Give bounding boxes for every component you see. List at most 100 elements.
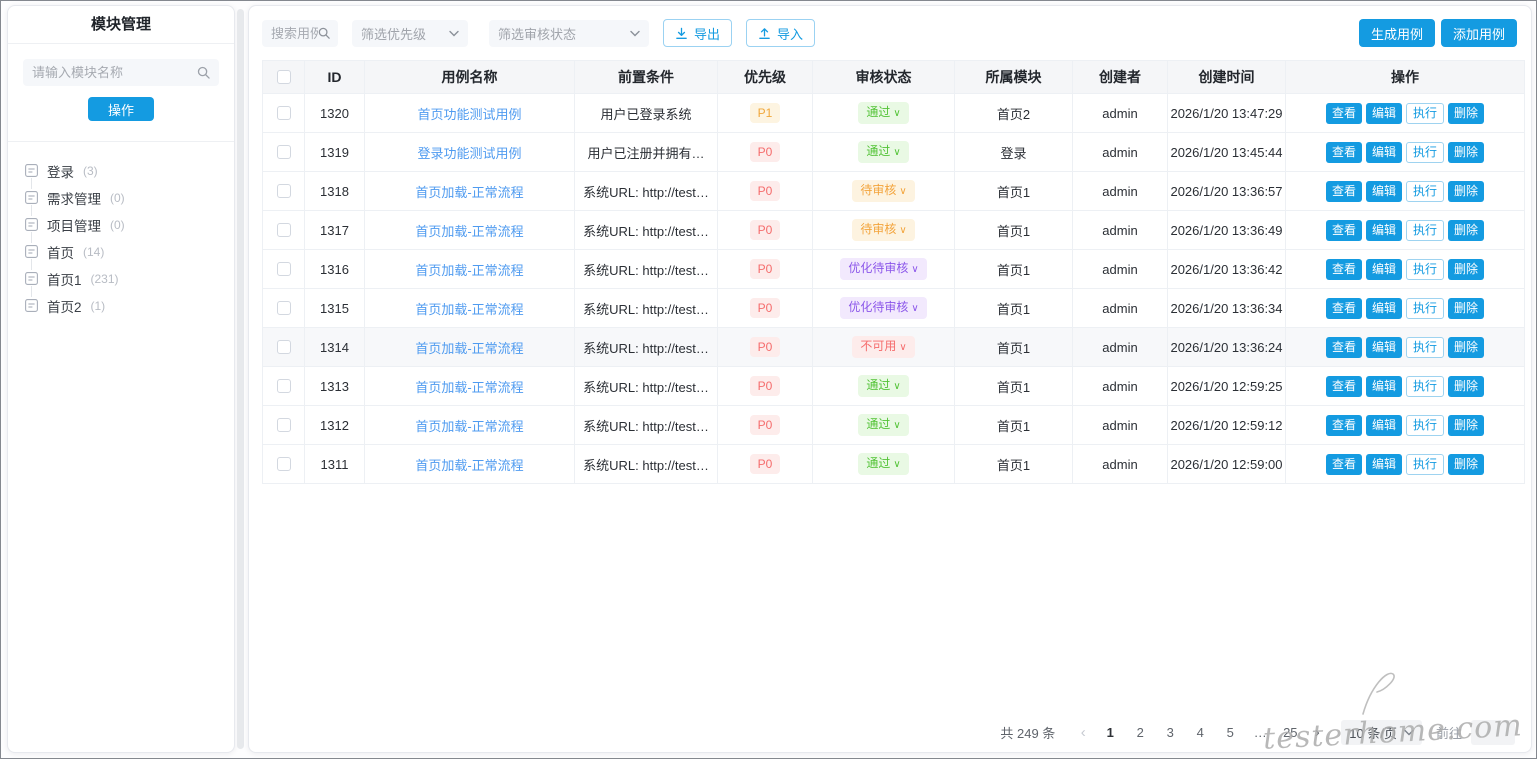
run-button[interactable]: 执行 — [1406, 376, 1444, 397]
view-button[interactable]: 查看 — [1326, 181, 1362, 202]
review-status-badge[interactable]: 通过∨ — [858, 414, 908, 436]
prev-page-button[interactable]: ‹ — [1071, 724, 1095, 741]
run-button[interactable]: 执行 — [1406, 259, 1444, 280]
row-checkbox[interactable] — [277, 418, 291, 432]
case-search-input[interactable] — [271, 26, 318, 41]
review-status-badge[interactable]: 待审核∨ — [852, 180, 914, 202]
next-page-button[interactable]: › — [1305, 724, 1329, 741]
delete-button[interactable]: 删除 — [1448, 337, 1484, 358]
review-status-badge[interactable]: 不可用∨ — [852, 336, 914, 358]
delete-button[interactable]: 删除 — [1448, 220, 1484, 241]
case-name-link[interactable]: 首页加载-正常流程 — [415, 341, 523, 356]
view-button[interactable]: 查看 — [1326, 142, 1362, 163]
case-name-link[interactable]: 首页加载-正常流程 — [415, 458, 523, 473]
review-status-badge[interactable]: 通过∨ — [858, 453, 908, 475]
edit-button[interactable]: 编辑 — [1366, 415, 1402, 436]
review-status-badge[interactable]: 通过∨ — [858, 375, 908, 397]
page-number[interactable]: 3 — [1155, 725, 1185, 740]
run-button[interactable]: 执行 — [1406, 220, 1444, 241]
review-status-badge[interactable]: 待审核∨ — [852, 219, 914, 241]
case-name-link[interactable]: 首页加载-正常流程 — [415, 224, 523, 239]
case-name-link[interactable]: 首页加载-正常流程 — [415, 302, 523, 317]
module-search-input[interactable] — [32, 65, 197, 80]
page-number[interactable]: 25 — [1275, 725, 1305, 740]
column-header: 创建时间 — [1168, 61, 1286, 94]
row-checkbox[interactable] — [277, 223, 291, 237]
run-button[interactable]: 执行 — [1406, 142, 1444, 163]
add-case-button[interactable]: 添加用例 — [1441, 19, 1517, 47]
case-name-link[interactable]: 首页加载-正常流程 — [415, 263, 523, 278]
case-name-link[interactable]: 首页加载-正常流程 — [415, 380, 523, 395]
delete-button[interactable]: 删除 — [1448, 142, 1484, 163]
page-number[interactable]: 1 — [1095, 725, 1125, 740]
export-button[interactable]: 导出 — [663, 19, 732, 47]
delete-button[interactable]: 删除 — [1448, 454, 1484, 475]
case-name-link[interactable]: 首页加载-正常流程 — [415, 419, 523, 434]
case-name-link[interactable]: 首页加载-正常流程 — [415, 185, 523, 200]
module-tree-item[interactable]: 首页1 (231) — [25, 265, 234, 292]
run-button[interactable]: 执行 — [1406, 337, 1444, 358]
view-button[interactable]: 查看 — [1326, 337, 1362, 358]
run-button[interactable]: 执行 — [1406, 181, 1444, 202]
review-status-filter-select[interactable]: 筛选审核状态 — [489, 20, 649, 47]
edit-button[interactable]: 编辑 — [1366, 220, 1402, 241]
module-tree-item[interactable]: 首页 (14) — [25, 238, 234, 265]
row-checkbox[interactable] — [277, 457, 291, 471]
row-checkbox[interactable] — [277, 184, 291, 198]
view-button[interactable]: 查看 — [1326, 220, 1362, 241]
run-button[interactable]: 执行 — [1406, 103, 1444, 124]
review-status-badge[interactable]: 优化待审核∨ — [840, 297, 926, 319]
priority-filter-select[interactable]: 筛选优先级 — [352, 20, 468, 47]
delete-button[interactable]: 删除 — [1448, 103, 1484, 124]
module-node-icon — [25, 299, 38, 312]
edit-button[interactable]: 编辑 — [1366, 298, 1402, 319]
delete-button[interactable]: 删除 — [1448, 259, 1484, 280]
view-button[interactable]: 查看 — [1326, 376, 1362, 397]
row-checkbox[interactable] — [277, 262, 291, 276]
page-number[interactable]: 4 — [1185, 725, 1215, 740]
row-checkbox[interactable] — [277, 145, 291, 159]
view-button[interactable]: 查看 — [1326, 259, 1362, 280]
run-button[interactable]: 执行 — [1406, 415, 1444, 436]
edit-button[interactable]: 编辑 — [1366, 103, 1402, 124]
view-button[interactable]: 查看 — [1326, 298, 1362, 319]
page-number[interactable]: 5 — [1215, 725, 1245, 740]
row-checkbox[interactable] — [277, 340, 291, 354]
review-status-badge[interactable]: 通过∨ — [858, 141, 908, 163]
review-status-badge[interactable]: 通过∨ — [858, 102, 908, 124]
edit-button[interactable]: 编辑 — [1366, 376, 1402, 397]
select-all-checkbox[interactable] — [277, 70, 291, 84]
module-tree-item[interactable]: 登录 (3) — [25, 157, 234, 184]
row-checkbox[interactable] — [277, 301, 291, 315]
edit-button[interactable]: 编辑 — [1366, 181, 1402, 202]
row-checkbox[interactable] — [277, 106, 291, 120]
edit-button[interactable]: 编辑 — [1366, 259, 1402, 280]
sidebar-scrollbar[interactable] — [237, 9, 244, 749]
page-ellipsis[interactable]: … — [1245, 725, 1275, 740]
review-status-badge[interactable]: 优化待审核∨ — [840, 258, 926, 280]
module-tree-item[interactable]: 首页2 (1) — [25, 292, 234, 319]
view-button[interactable]: 查看 — [1326, 415, 1362, 436]
module-tree-item[interactable]: 需求管理 (0) — [25, 184, 234, 211]
run-button[interactable]: 执行 — [1406, 454, 1444, 475]
edit-button[interactable]: 编辑 — [1366, 337, 1402, 358]
case-name-link[interactable]: 登录功能测试用例 — [417, 146, 521, 161]
delete-button[interactable]: 删除 — [1448, 415, 1484, 436]
page-number[interactable]: 2 — [1125, 725, 1155, 740]
delete-button[interactable]: 删除 — [1448, 376, 1484, 397]
case-name-link[interactable]: 首页功能测试用例 — [417, 107, 521, 122]
delete-button[interactable]: 删除 — [1448, 181, 1484, 202]
view-button[interactable]: 查看 — [1326, 454, 1362, 475]
delete-button[interactable]: 删除 — [1448, 298, 1484, 319]
view-button[interactable]: 查看 — [1326, 103, 1362, 124]
edit-button[interactable]: 编辑 — [1366, 142, 1402, 163]
generate-case-button[interactable]: 生成用例 — [1359, 19, 1435, 47]
module-tree-item[interactable]: 项目管理 (0) — [25, 211, 234, 238]
module-action-button[interactable]: 操作 — [88, 97, 154, 121]
import-button[interactable]: 导入 — [746, 19, 815, 47]
row-checkbox[interactable] — [277, 379, 291, 393]
edit-button[interactable]: 编辑 — [1366, 454, 1402, 475]
goto-page-input[interactable] — [1471, 720, 1515, 745]
run-button[interactable]: 执行 — [1406, 298, 1444, 319]
page-size-select[interactable]: 10 条/页 — [1341, 720, 1422, 745]
